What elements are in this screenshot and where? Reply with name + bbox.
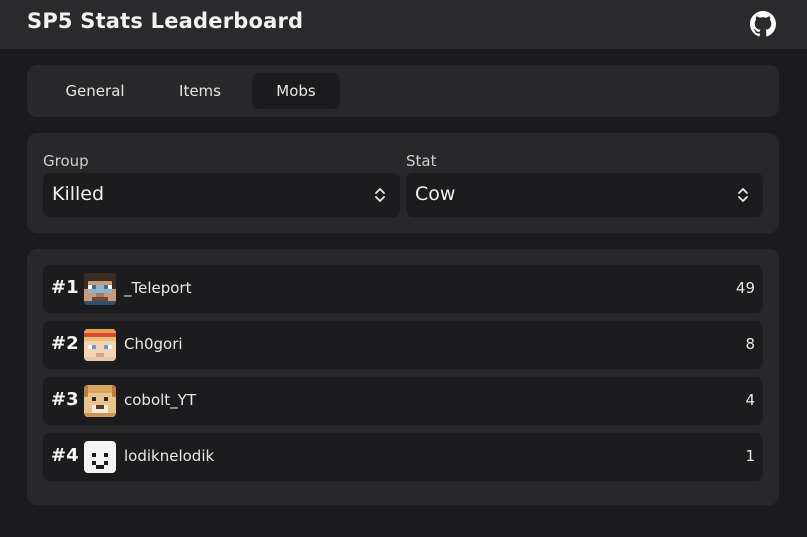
- leaderboard-row[interactable]: #3 cobolt_YT 4: [43, 377, 763, 425]
- group-label: Group: [43, 152, 89, 170]
- lodiknelodik-skin-avatar: [84, 441, 116, 473]
- chevron-up-down-icon: [738, 188, 748, 202]
- filter-panel: Group Killed Stat Cow: [27, 133, 779, 233]
- player-name: cobolt_YT: [124, 391, 196, 409]
- tab-items[interactable]: Items: [152, 73, 248, 109]
- player-name: _Teleport: [124, 279, 192, 297]
- rank-label: #3: [51, 389, 79, 410]
- tab-mobs[interactable]: Mobs: [252, 73, 340, 109]
- leaderboard-list: #1 _Teleport 49 #2 Ch0gori 8 #3 cobolt_Y…: [27, 249, 779, 505]
- rank-label: #2: [51, 333, 79, 354]
- group-select-value: Killed: [52, 183, 105, 205]
- leaderboard-row[interactable]: #4 lodiknelodik 1: [43, 433, 763, 481]
- tab-general[interactable]: General: [47, 73, 143, 109]
- leaderboard-row[interactable]: #1 _Teleport 49: [43, 265, 763, 313]
- tab-bar: General Items Mobs: [27, 65, 779, 117]
- stat-select[interactable]: Cow: [406, 173, 763, 217]
- app-title: SP5 Stats Leaderboard: [27, 9, 304, 33]
- group-select[interactable]: Killed: [43, 173, 400, 217]
- stat-label: Stat: [406, 152, 437, 170]
- teleport-skin-avatar: [84, 273, 116, 305]
- leaderboard-row[interactable]: #2 Ch0gori 8: [43, 321, 763, 369]
- stat-value: 49: [735, 279, 755, 297]
- player-name: Ch0gori: [124, 335, 183, 353]
- rank-label: #1: [51, 277, 79, 298]
- stat-value: 1: [745, 447, 755, 465]
- top-bar: SP5 Stats Leaderboard: [0, 0, 807, 49]
- stat-value: 8: [745, 335, 755, 353]
- ch0gori-skin-avatar: [84, 329, 116, 361]
- chevron-up-down-icon: [375, 188, 385, 202]
- player-name: lodiknelodik: [124, 447, 215, 465]
- stat-select-value: Cow: [415, 183, 456, 205]
- cobolt-skin-avatar: [84, 385, 116, 417]
- github-icon[interactable]: [750, 11, 776, 37]
- rank-label: #4: [51, 445, 79, 466]
- stat-value: 4: [745, 391, 755, 409]
